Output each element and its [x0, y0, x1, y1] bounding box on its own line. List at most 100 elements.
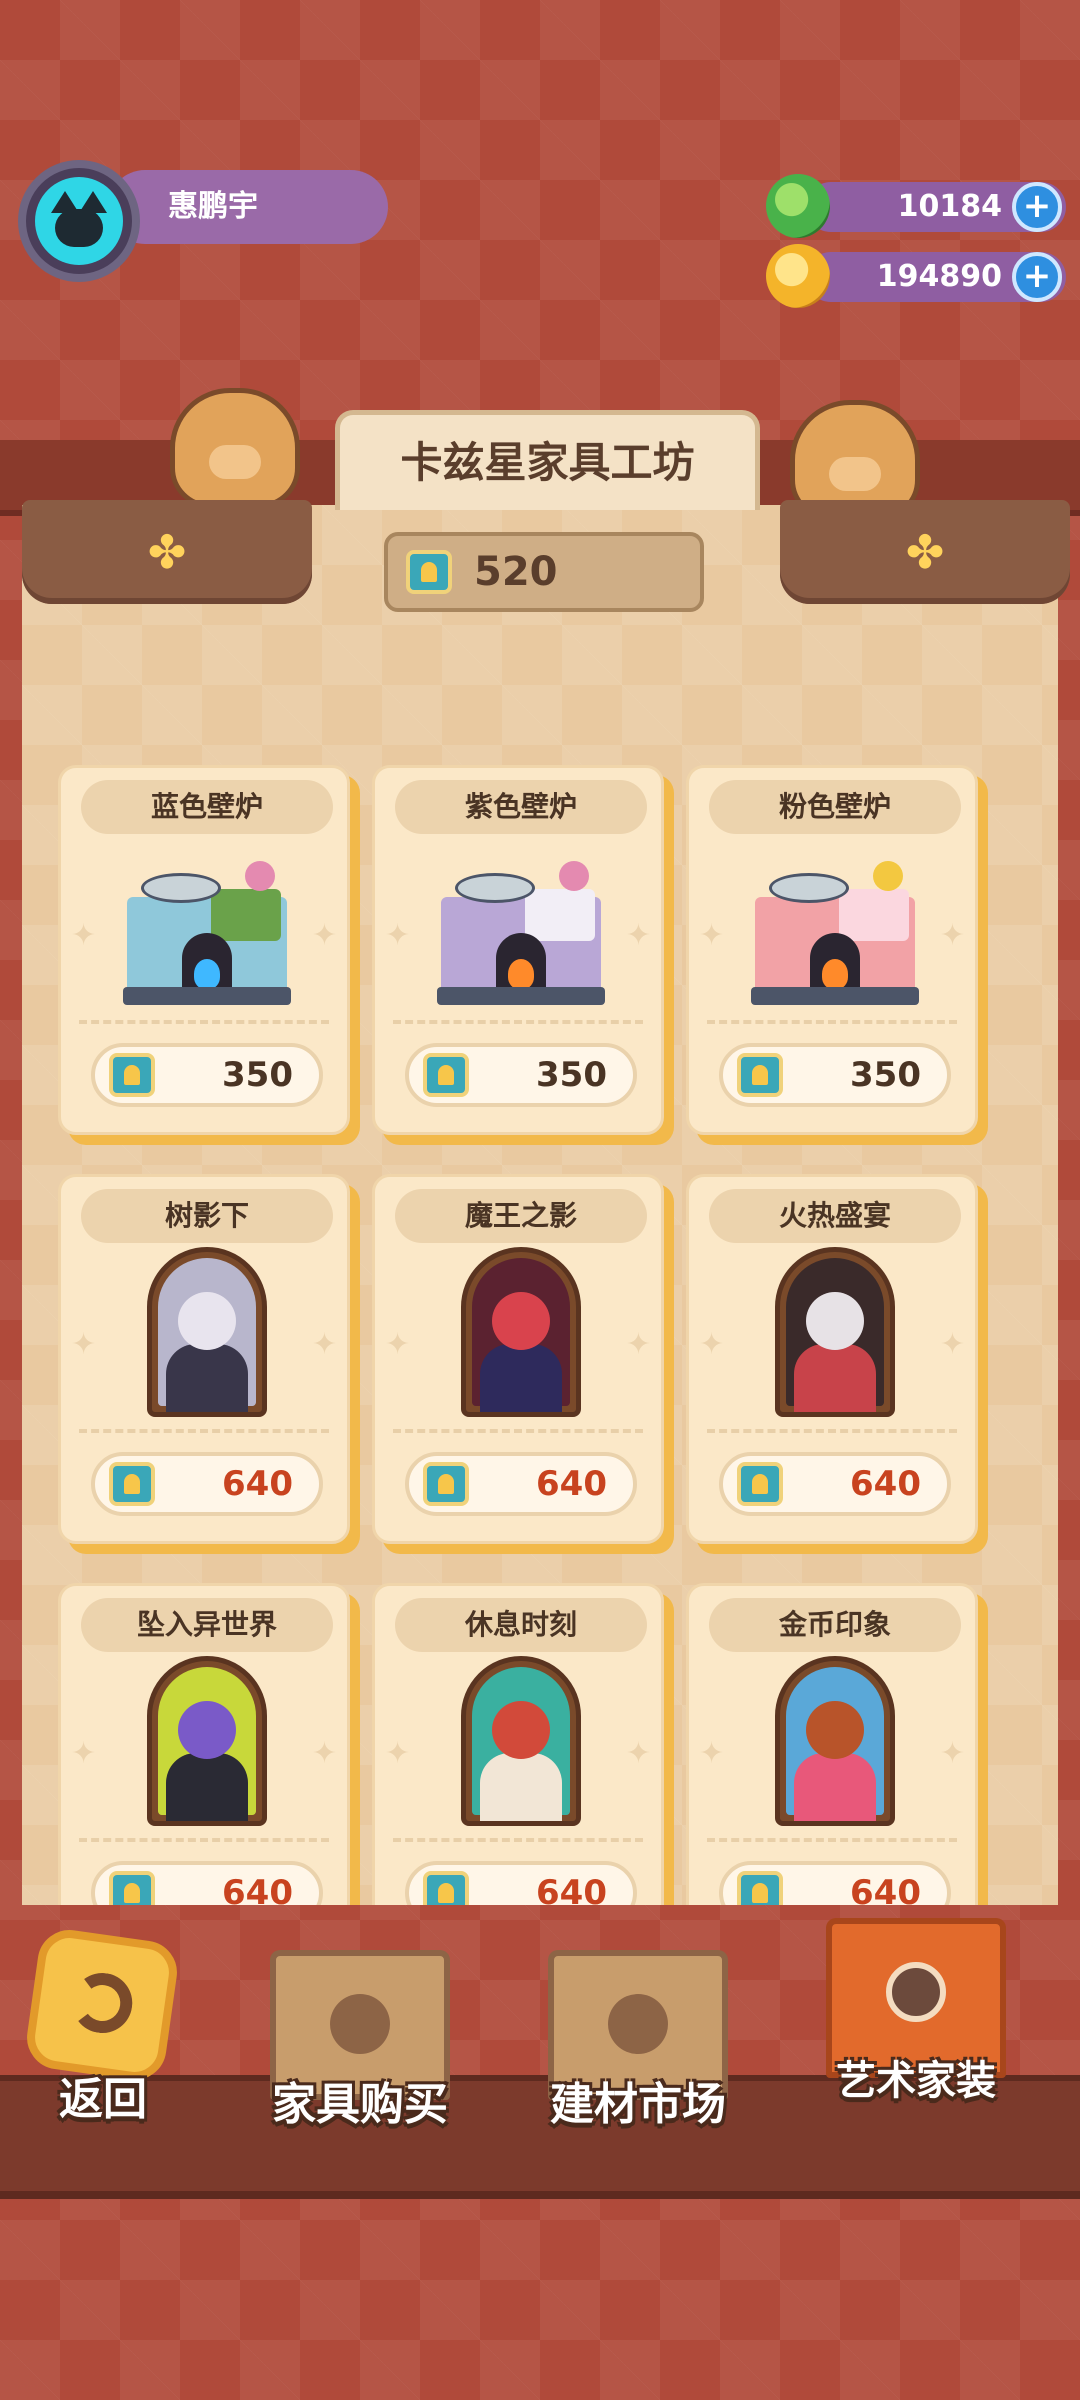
fireplace-icon: [437, 861, 605, 1008]
ticket-icon: [109, 1462, 155, 1506]
currency-green: 10184 +: [766, 174, 1066, 238]
ticket-icon: [737, 1871, 783, 1905]
currency-gold: 194890 +: [766, 244, 1066, 308]
price-button[interactable]: 640: [405, 1861, 637, 1905]
divider: [393, 1020, 643, 1024]
price-button[interactable]: 640: [405, 1452, 637, 1516]
player-profile[interactable]: 惠鹏宇: [18, 160, 388, 282]
sparkle-icon: ✦: [71, 1736, 97, 1771]
item-price: 640: [850, 1873, 921, 1905]
nav-materials-market[interactable]: 建材市场: [548, 1950, 728, 2140]
sparkle-icon: ✦: [699, 1327, 725, 1362]
item-card[interactable]: 火热盛宴 ✦ ✦ 640: [686, 1174, 988, 1554]
green-gem-icon: [766, 174, 830, 238]
painting-icon: [775, 1656, 895, 1826]
price-button[interactable]: 350: [719, 1043, 951, 1107]
item-name: 坠入异世界: [81, 1598, 333, 1652]
sparkle-icon: ✦: [385, 1736, 411, 1771]
item-name: 紫色壁炉: [395, 780, 647, 834]
nav-materials-label: 建材市场: [550, 2079, 726, 2130]
painting-icon: [147, 1247, 267, 1417]
mascot-left-icon: [170, 388, 300, 508]
item-price: 640: [222, 1464, 293, 1504]
sparkle-icon: ✦: [939, 1736, 965, 1771]
price-button[interactable]: 640: [91, 1452, 323, 1516]
nav-art-label: 艺术家装: [836, 2058, 996, 2104]
ticket-icon: [423, 1053, 469, 1097]
sparkle-icon: ✦: [71, 1327, 97, 1362]
sparkle-icon: ✦: [71, 918, 97, 953]
ticket-icon: [737, 1462, 783, 1506]
item-card[interactable]: 蓝色壁炉 ✦ ✦ 350: [58, 765, 360, 1145]
item-price: 640: [850, 1464, 921, 1504]
nav-art-decor[interactable]: 艺术家装: [826, 1918, 1006, 2128]
add-green-button[interactable]: +: [1012, 182, 1062, 232]
ticket-balance-value: 520: [474, 549, 558, 595]
divider: [393, 1429, 643, 1433]
nav-furniture-label: 家具购买: [272, 2079, 448, 2130]
sparkle-icon: ✦: [311, 918, 337, 953]
item-name: 树影下: [81, 1189, 333, 1243]
shop-title: 卡兹星家具工坊: [335, 410, 760, 510]
ticket-balance: 520: [384, 532, 704, 612]
divider: [79, 1020, 329, 1024]
painting-icon: [461, 1247, 581, 1417]
price-button[interactable]: 350: [91, 1043, 323, 1107]
flower-icon: ✤: [147, 525, 187, 579]
gold-planet-icon: [766, 244, 830, 308]
item-name: 火热盛宴: [709, 1189, 961, 1243]
item-price: 350: [850, 1055, 921, 1095]
cat-avatar-icon: [35, 177, 123, 265]
item-name: 金币印象: [709, 1598, 961, 1652]
painting-icon: [147, 1656, 267, 1826]
ticket-icon: [109, 1871, 155, 1905]
price-button[interactable]: 640: [719, 1452, 951, 1516]
item-price: 350: [222, 1055, 293, 1095]
price-button[interactable]: 640: [91, 1861, 323, 1905]
item-card[interactable]: 树影下 ✦ ✦ 640: [58, 1174, 360, 1554]
divider: [707, 1429, 957, 1433]
left-banner: ✤: [22, 500, 312, 604]
item-name: 蓝色壁炉: [81, 780, 333, 834]
sparkle-icon: ✦: [385, 1327, 411, 1362]
item-name: 魔王之影: [395, 1189, 647, 1243]
avatar-frame[interactable]: [18, 160, 140, 282]
divider: [707, 1020, 957, 1024]
sparkle-icon: ✦: [699, 918, 725, 953]
flower-icon: ✤: [905, 525, 945, 579]
add-gold-button[interactable]: +: [1012, 252, 1062, 302]
item-card[interactable]: 魔王之影 ✦ ✦ 640: [372, 1174, 674, 1554]
price-button[interactable]: 640: [719, 1861, 951, 1905]
divider: [79, 1838, 329, 1842]
item-price: 350: [536, 1055, 607, 1095]
nav-furniture-purchase[interactable]: 家具购买: [270, 1950, 450, 2140]
item-card[interactable]: 金币印象 ✦ ✦ 640: [686, 1583, 988, 1905]
painting-icon: [461, 1656, 581, 1826]
sparkle-icon: ✦: [311, 1327, 337, 1362]
ticket-icon: [737, 1053, 783, 1097]
item-card[interactable]: 粉色壁炉 ✦ ✦ 350: [686, 765, 988, 1145]
back-button[interactable]: 返回: [22, 1925, 182, 2135]
item-grid: 蓝色壁炉 ✦ ✦ 350 紫色壁炉 ✦ ✦ 350 粉色壁炉 ✦ ✦ 350 树…: [56, 760, 996, 1905]
back-label: 返回: [59, 2074, 147, 2125]
sparkle-icon: ✦: [625, 918, 651, 953]
sparkle-icon: ✦: [625, 1736, 651, 1771]
player-name: 惠鹏宇: [108, 170, 388, 244]
sparkle-icon: ✦: [311, 1736, 337, 1771]
painting-icon: [775, 1247, 895, 1417]
sparkle-icon: ✦: [939, 918, 965, 953]
item-name: 休息时刻: [395, 1598, 647, 1652]
item-card[interactable]: 休息时刻 ✦ ✦ 640: [372, 1583, 674, 1905]
item-card[interactable]: 坠入异世界 ✦ ✦ 640: [58, 1583, 360, 1905]
sparkle-icon: ✦: [625, 1327, 651, 1362]
divider: [79, 1429, 329, 1433]
divider: [707, 1838, 957, 1842]
fireplace-icon: [751, 861, 919, 1008]
ticket-icon: [406, 550, 452, 594]
price-button[interactable]: 350: [405, 1043, 637, 1107]
sparkle-icon: ✦: [939, 1327, 965, 1362]
divider: [393, 1838, 643, 1842]
item-price: 640: [536, 1873, 607, 1905]
item-name: 粉色壁炉: [709, 780, 961, 834]
item-card[interactable]: 紫色壁炉 ✦ ✦ 350: [372, 765, 674, 1145]
